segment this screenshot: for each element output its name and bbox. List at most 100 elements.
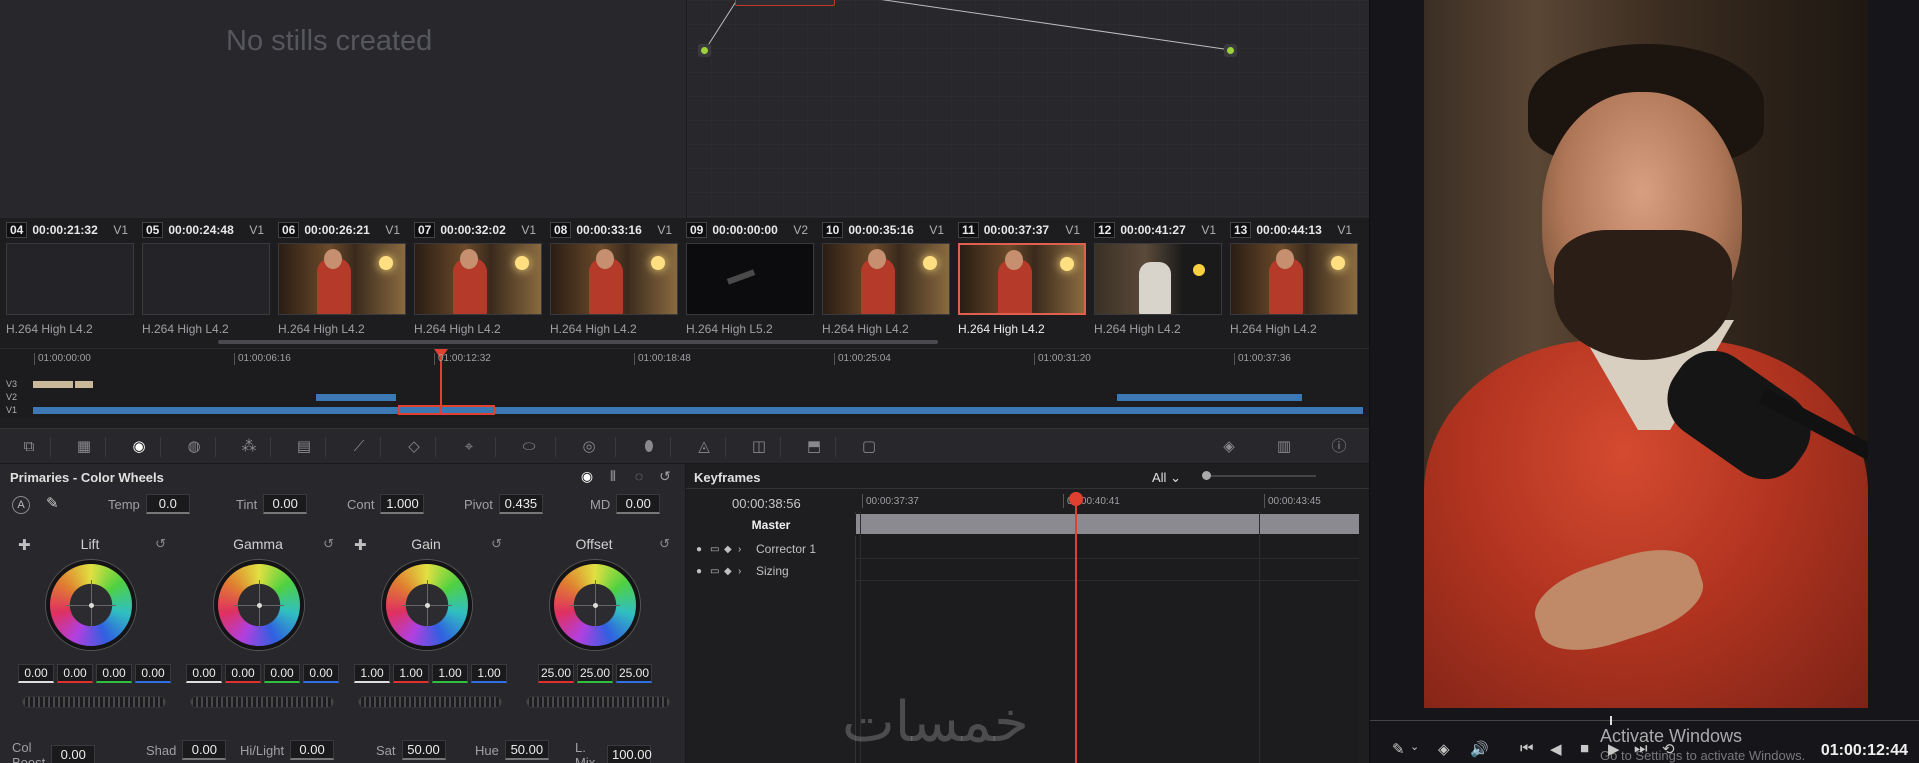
reset-icon[interactable]: ↺ bbox=[659, 536, 670, 552]
hue-field[interactable]: 50.00 bbox=[504, 740, 549, 760]
tracker-icon[interactable]: ◎ bbox=[578, 437, 600, 457]
wheel-value-field[interactable]: 1.00 bbox=[354, 664, 390, 683]
key-icon[interactable]: ◫ bbox=[748, 437, 770, 457]
sizing-icon[interactable]: ⬒ bbox=[803, 437, 825, 457]
master-wheel-jog[interactable] bbox=[358, 696, 502, 708]
output-dot[interactable] bbox=[1224, 44, 1237, 57]
color-wheel[interactable] bbox=[214, 560, 304, 650]
v1-track-clips[interactable] bbox=[33, 407, 1363, 414]
v3-clip[interactable] bbox=[33, 381, 73, 388]
viewer-scrubber[interactable] bbox=[1370, 716, 1919, 725]
clip-image[interactable] bbox=[686, 243, 814, 315]
contrast-field[interactable]: 1.000 bbox=[380, 494, 425, 514]
picker-icon[interactable]: ✎ bbox=[1392, 740, 1405, 758]
step-back-icon[interactable]: ◀ bbox=[1550, 740, 1562, 758]
3d-icon[interactable]: ▢ bbox=[858, 437, 880, 457]
clip-image[interactable] bbox=[1230, 243, 1358, 315]
clip-image[interactable] bbox=[822, 243, 950, 315]
node-01[interactable] bbox=[735, 0, 835, 6]
v3-clip[interactable] bbox=[75, 381, 93, 388]
saturation-field[interactable]: 50.00 bbox=[401, 740, 446, 760]
wheel-value-field[interactable]: 0.00 bbox=[264, 664, 300, 683]
master-keyframe-bar[interactable] bbox=[856, 514, 1359, 534]
wheel-value-field[interactable]: 0.00 bbox=[96, 664, 132, 683]
chevron-down-icon[interactable]: ⌄ bbox=[1410, 740, 1419, 753]
magic-mask-icon[interactable]: ⬮ bbox=[638, 437, 660, 457]
clip-thumbnail[interactable]: 07 00:00:32:02 V1 H.264 High L4.2 bbox=[408, 218, 544, 348]
record-dot-icon[interactable]: ● bbox=[696, 566, 710, 577]
wheel-value-field[interactable]: 0.00 bbox=[18, 664, 54, 683]
col-boost-field[interactable]: 0.00 bbox=[51, 745, 96, 763]
info-icon[interactable]: ⓘ bbox=[1328, 437, 1350, 457]
wheel-value-field[interactable]: 25.00 bbox=[577, 664, 613, 683]
master-wheel-jog[interactable] bbox=[526, 696, 670, 708]
keyframes-icon[interactable]: ◈ bbox=[1218, 437, 1240, 457]
wheels-mode-icon[interactable]: ◉ bbox=[579, 468, 595, 485]
keyframe-diamond-icon[interactable]: ◆ bbox=[724, 566, 738, 577]
window-icon[interactable]: ⬭ bbox=[518, 437, 540, 457]
clip-thumbnail[interactable]: 10 00:00:35:16 V1 H.264 High L4.2 bbox=[816, 218, 952, 348]
color-match-icon[interactable]: ▦ bbox=[73, 437, 95, 457]
volume-icon[interactable]: 🔊 bbox=[1470, 740, 1489, 758]
wheel-value-field[interactable]: 25.00 bbox=[538, 664, 574, 683]
color-wheel[interactable] bbox=[550, 560, 640, 650]
chevron-right-icon[interactable]: › bbox=[738, 566, 752, 577]
keyframe-diamond-icon[interactable]: ◆ bbox=[724, 544, 738, 555]
wheel-center-handle[interactable] bbox=[592, 602, 598, 608]
color-wheel[interactable] bbox=[382, 560, 472, 650]
wheel-value-field[interactable]: 25.00 bbox=[616, 664, 652, 683]
clip-thumbnail[interactable]: 12 00:00:41:27 V1 H.264 High L4.2 bbox=[1088, 218, 1224, 348]
bars-mode-icon[interactable]: ⦀ bbox=[605, 468, 621, 485]
log-mode-icon[interactable]: ◌ bbox=[631, 468, 647, 485]
scopes-icon[interactable]: ▥ bbox=[1273, 437, 1295, 457]
clip-image[interactable] bbox=[414, 243, 542, 315]
wheel-value-field[interactable]: 1.00 bbox=[471, 664, 507, 683]
keyframe-row-master[interactable]: Master bbox=[686, 514, 856, 536]
rgb-mixer-icon[interactable]: ⁂ bbox=[238, 437, 260, 457]
temp-field[interactable]: 0.0 bbox=[145, 494, 190, 514]
clip-thumbnail[interactable]: 05 00:00:24:48 V1 H.264 High L4.2 bbox=[136, 218, 272, 348]
master-wheel-jog[interactable] bbox=[190, 696, 334, 708]
stop-icon[interactable]: ■ bbox=[1580, 740, 1589, 757]
qualifier-icon[interactable]: ⌖ bbox=[458, 437, 480, 457]
motion-effects-icon[interactable]: ▤ bbox=[293, 437, 315, 457]
clip-image[interactable] bbox=[6, 243, 134, 315]
color-wheel[interactable] bbox=[46, 560, 136, 650]
wheel-value-field[interactable]: 0.00 bbox=[225, 664, 261, 683]
node-editor[interactable] bbox=[686, 0, 1369, 218]
wheel-center-handle[interactable] bbox=[88, 602, 94, 608]
clip-thumbnail[interactable]: 08 00:00:33:16 V1 H.264 High L4.2 bbox=[544, 218, 680, 348]
mini-timeline[interactable]: V3 V2 V1 01:00:00:00 01:00:06:16 01:00:12:… bbox=[0, 348, 1369, 418]
layers-icon[interactable]: ◈ bbox=[1438, 740, 1450, 758]
keyframes-playhead[interactable] bbox=[1069, 492, 1083, 763]
clip-thumbnail[interactable]: 04 00:00:21:32 V1 H.264 High L4.2 bbox=[0, 218, 136, 348]
wheel-value-field[interactable]: 1.00 bbox=[393, 664, 429, 683]
color-warper-icon[interactable]: ◇ bbox=[403, 437, 425, 457]
tint-field[interactable]: 0.00 bbox=[263, 494, 308, 514]
curves-icon[interactable]: ⟋ bbox=[348, 437, 370, 457]
camera-raw-icon[interactable]: ⧉ bbox=[18, 437, 40, 457]
wheel-center-handle[interactable] bbox=[256, 602, 262, 608]
keyframe-row-sizing[interactable]: ● ▭ ◆ › Sizing bbox=[686, 560, 856, 582]
lock-icon[interactable]: ▭ bbox=[710, 544, 724, 555]
master-wheel-jog[interactable] bbox=[22, 696, 166, 708]
clip-thumbnail[interactable]: 09 00:00:00:00 V2 H.264 High L5.2 bbox=[680, 218, 816, 348]
clip-thumbnail[interactable]: 13 00:00:44:13 V1 H.264 High L4.2 bbox=[1224, 218, 1360, 348]
clip-image[interactable] bbox=[1094, 243, 1222, 315]
keyframes-zoom-handle[interactable] bbox=[1202, 471, 1211, 480]
clip-thumbnail[interactable]: 06 00:00:26:21 V1 H.264 High L4.2 bbox=[272, 218, 408, 348]
reset-icon[interactable]: ↺ bbox=[323, 536, 334, 552]
wheel-value-field[interactable]: 1.00 bbox=[432, 664, 468, 683]
keyframes-zoom-slider[interactable] bbox=[1206, 475, 1316, 477]
keyframe-row-corrector[interactable]: ● ▭ ◆ › Corrector 1 bbox=[686, 538, 856, 560]
wheel-center-handle[interactable] bbox=[424, 602, 430, 608]
blur-icon[interactable]: ◬ bbox=[693, 437, 715, 457]
keyframes-filter-dropdown[interactable]: All ⌄ bbox=[1152, 470, 1181, 486]
auto-balance-button[interactable]: A bbox=[12, 496, 30, 514]
clip-image[interactable] bbox=[142, 243, 270, 315]
pivot-field[interactable]: 0.435 bbox=[498, 494, 543, 514]
v2-clip[interactable] bbox=[316, 394, 396, 401]
go-to-start-icon[interactable]: ⏮ bbox=[1520, 740, 1534, 757]
highlights-field[interactable]: 0.00 bbox=[290, 740, 335, 760]
wheel-value-field[interactable]: 0.00 bbox=[135, 664, 171, 683]
